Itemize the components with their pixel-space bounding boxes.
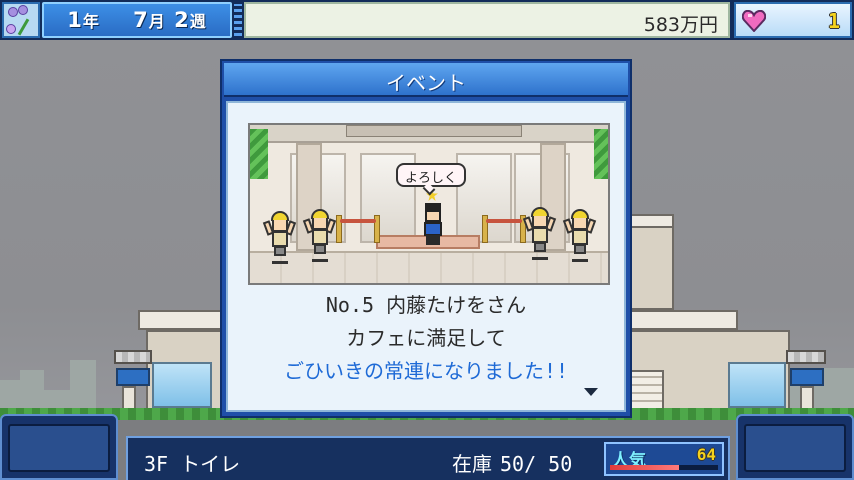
dialog-body: よろしく No.5 内藤たけをさん カフェに満足して ごひいきの常連になりました…	[226, 101, 626, 412]
message-line-customer: No.5 内藤たけをさん	[325, 293, 527, 317]
plant-left	[250, 129, 268, 179]
status-bar: 3F トイレ 在庫 50/ 50 人気 64	[126, 436, 730, 480]
stairs	[630, 370, 664, 410]
location-label: 3F トイレ	[144, 452, 241, 476]
heart-icon	[742, 10, 766, 32]
speech-bubble: よろしく	[396, 163, 466, 196]
top-hud: 1年 7月 2週 583万円 1	[0, 0, 854, 40]
building-roof-right	[630, 310, 738, 330]
blue-sign-left	[116, 368, 150, 386]
building-top-right	[630, 214, 674, 228]
shop-window-left	[152, 362, 212, 408]
flower-icon[interactable]	[2, 2, 40, 38]
money-display: 583万円	[244, 2, 730, 38]
velvet-rope	[340, 219, 376, 223]
stock-display: 在庫 50/ 50	[452, 448, 572, 477]
pillar-right	[800, 386, 814, 410]
date-text: 1年 7月 2週	[44, 8, 230, 32]
cheering-staff	[562, 207, 597, 262]
stock-value: 50/ 50	[500, 452, 573, 476]
cheering-staff	[302, 207, 337, 262]
popularity-bar	[610, 465, 718, 470]
cheering-staff	[262, 209, 297, 264]
building-upper-right	[630, 214, 674, 310]
year-unit: 年	[82, 12, 100, 31]
dialog-title: イベント	[386, 71, 466, 95]
message-line-result: ごひいきの常連になりました!!	[283, 359, 569, 383]
building-roof-left	[138, 310, 224, 330]
message-line-reason: カフェに満足して	[346, 326, 506, 350]
month-unit: 月	[148, 12, 166, 31]
right-panel-button[interactable]	[736, 414, 854, 480]
heart-counter[interactable]: 1	[734, 2, 852, 38]
date-display: 1年 7月 2週	[42, 2, 232, 38]
blue-sign-right	[790, 368, 824, 386]
shop-window-right	[728, 362, 786, 408]
awning-right	[786, 350, 826, 364]
speech-bubble-text: よろしく	[404, 171, 457, 186]
week-unit: 週	[189, 12, 207, 31]
heart-count: 1	[827, 9, 840, 33]
hud-divider	[234, 4, 242, 36]
cheering-staff	[522, 205, 557, 260]
dialog-header: イベント	[224, 63, 628, 97]
year-value: 1	[67, 8, 83, 32]
triangle-down-icon[interactable]	[584, 388, 598, 396]
pillar-left	[122, 386, 136, 410]
customer-character	[420, 203, 446, 245]
illustration-sign	[346, 125, 522, 137]
popularity-value: 64	[696, 445, 716, 464]
stock-label: 在庫	[452, 452, 492, 476]
event-message: No.5 内藤たけをさん カフェに満足して ごひいきの常連になりました!!	[228, 289, 624, 388]
velvet-rope	[486, 219, 522, 223]
money-value: 583万円	[643, 14, 718, 36]
event-illustration: よろしく	[248, 123, 610, 285]
week-value: 2	[174, 8, 190, 32]
awning-left	[114, 350, 152, 364]
event-dialog[interactable]: イベント よろしく No.5 内藤たけをさん カフェに満足して ごひいきの常連に…	[220, 59, 632, 418]
popularity-bar-fill	[610, 465, 680, 470]
month-value: 7	[133, 8, 149, 32]
plant-right	[594, 129, 608, 179]
left-panel-button[interactable]	[0, 414, 118, 480]
popularity-meter: 人気 64	[604, 442, 724, 476]
